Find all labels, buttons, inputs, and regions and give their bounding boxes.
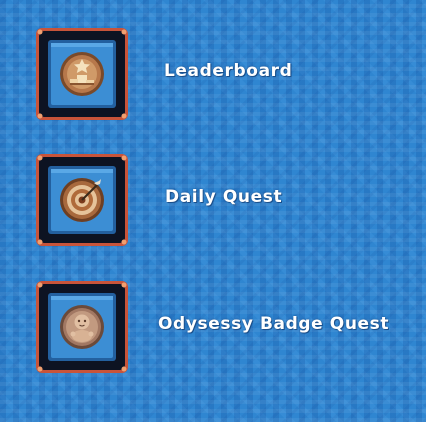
leaderboard-podium-icon xyxy=(60,52,104,96)
leaderboard-button-frame[interactable] xyxy=(34,26,130,120)
leaderboard-label: Leaderboard xyxy=(164,61,293,81)
menu-item-odysessy-badge-quest[interactable]: Odysessy Badge Quest xyxy=(34,279,390,373)
target-dartboard-icon xyxy=(60,178,104,222)
menu-item-leaderboard[interactable]: Leaderboard xyxy=(34,26,293,120)
badge-quest-button-frame[interactable] xyxy=(34,279,130,373)
badge-quest-label: Odysessy Badge Quest xyxy=(158,314,390,334)
daily-quest-label: Daily Quest xyxy=(165,187,283,207)
daily-quest-button-frame[interactable] xyxy=(34,152,130,246)
baby-badge-icon xyxy=(60,305,104,349)
menu-item-daily-quest[interactable]: Daily Quest xyxy=(34,152,283,246)
